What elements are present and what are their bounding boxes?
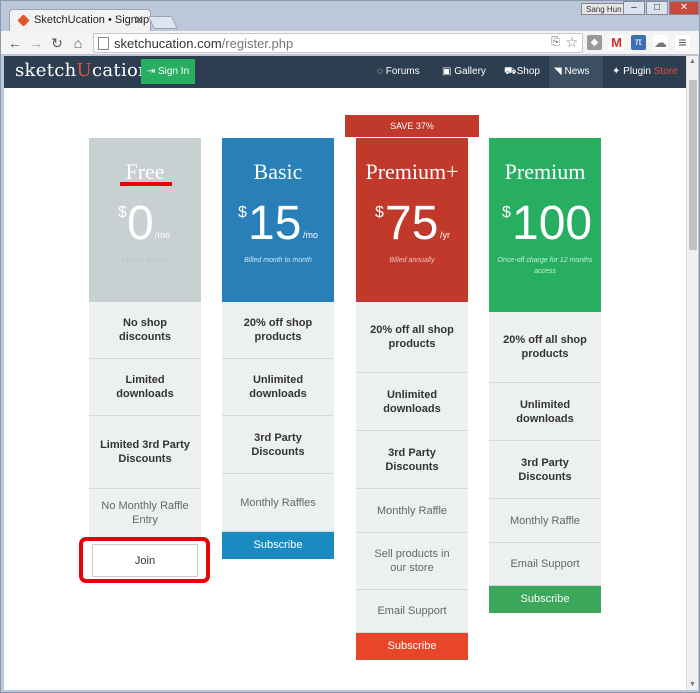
annotation-highlight-box: [79, 537, 210, 583]
close-window-button[interactable]: ✕: [669, 1, 699, 15]
plan-name: Premium+: [365, 159, 459, 184]
plan-note: Billed month to month: [244, 257, 312, 264]
address-bar[interactable]: sketchucation.com/register.php ⎘ ☆: [93, 33, 583, 53]
page-viewport: sketchUcation ⇥ Sign In ◌ Forums ▣ Galle…: [4, 56, 686, 690]
save-banner: SAVE 37%: [345, 115, 479, 137]
nav-gallery[interactable]: ▣ Gallery: [437, 56, 491, 88]
extension-cube-icon[interactable]: ◆: [587, 35, 602, 50]
bookmark-star-icon[interactable]: ☆: [565, 34, 578, 51]
cloud-icon[interactable]: ☁: [653, 35, 668, 50]
plan-premium-plus-header: Premium+ $ 75 /yr Billed annually: [356, 138, 468, 302]
cart-icon: ⛟: [504, 66, 517, 77]
nav-forums[interactable]: ◌ Forums: [372, 56, 425, 88]
scroll-up-arrow-icon[interactable]: ▲: [689, 58, 696, 65]
feature-item: 3rd Party Discounts: [356, 431, 468, 489]
subscribe-button-premium[interactable]: Subscribe: [489, 586, 601, 613]
feature-item: No Monthly Raffle Entry: [89, 489, 201, 538]
feature-item: 20% off all shop products: [489, 312, 601, 383]
browser-toolbar: ← → ↻ ⌂ sketchucation.com/register.php ⎘…: [1, 31, 699, 55]
login-icon: ⇥: [146, 66, 156, 77]
menu-icon[interactable]: ≡: [675, 35, 690, 50]
site-navbar: sketchUcation ⇥ Sign In ◌ Forums ▣ Galle…: [4, 56, 686, 88]
plan-basic-header: Basic $ 15 /mo Billed month to month: [222, 138, 334, 302]
feature-item: Email Support: [356, 590, 468, 633]
feature-item: Limited 3rd Party Discounts: [89, 416, 201, 489]
feature-item: Unlimited downloads: [222, 359, 334, 416]
title-bar: SketchUcation • Signup ✕ Sang Hun – □ ✕: [1, 1, 699, 31]
feature-item: 3rd Party Discounts: [489, 441, 601, 499]
profile-badge[interactable]: Sang Hun: [581, 3, 627, 15]
plan-price: $ 75 /yr: [375, 197, 450, 250]
feature-item: No shop discounts: [89, 302, 201, 359]
plan-name: Basic: [253, 159, 303, 184]
scroll-down-arrow-icon[interactable]: ▼: [689, 681, 696, 688]
sketchucation-favicon-icon: [17, 14, 30, 27]
feature-item: 20% off all shop products: [356, 302, 468, 373]
feature-item: Monthly Raffles: [222, 474, 334, 532]
feature-item: Monthly Raffle: [489, 499, 601, 543]
new-tab-button[interactable]: [147, 16, 179, 29]
translate-icon[interactable]: ⎘: [551, 36, 560, 49]
nav-news[interactable]: ◥ News: [549, 56, 603, 88]
gmail-icon[interactable]: M: [609, 35, 624, 50]
minimize-button[interactable]: –: [623, 1, 645, 15]
rss-icon: ◥: [554, 66, 562, 77]
tab-title: SketchUcation • Signup: [34, 14, 150, 26]
feature-item: Limited downloads: [89, 359, 201, 416]
feature-item: Sell products in our store: [356, 533, 468, 590]
plan-note: Limited Access: [121, 257, 169, 264]
plan-note: Once-off charge for 12 months access: [497, 257, 593, 275]
forward-arrow-icon[interactable]: →: [27, 34, 45, 52]
feature-item: Monthly Raffle: [356, 489, 468, 533]
feature-item: Unlimited downloads: [356, 373, 468, 431]
plan-name: Premium: [504, 159, 586, 184]
sign-in-button[interactable]: ⇥ Sign In: [141, 59, 195, 84]
plan-free-header: Free $ 0 /mo Limited Access: [89, 138, 201, 302]
feature-item: Email Support: [489, 543, 601, 586]
scrollbar-thumb[interactable]: [689, 80, 697, 250]
feature-item: Unlimited downloads: [489, 383, 601, 441]
home-icon[interactable]: ⌂: [69, 34, 87, 52]
page-icon: [98, 37, 109, 50]
plan-premium-header: Premium $ 100 Once-off charge for 12 mon…: [489, 138, 601, 312]
feature-item: 3rd Party Discounts: [222, 416, 334, 474]
close-tab-icon[interactable]: ✕: [134, 13, 144, 27]
plan-note: Billed annually: [389, 257, 435, 264]
site-logo[interactable]: sketchUcation: [15, 60, 150, 81]
feature-item: 20% off shop products: [222, 302, 334, 359]
nav-shop[interactable]: ⛟Shop: [499, 56, 545, 88]
extension-pi-icon[interactable]: π: [631, 35, 646, 50]
back-arrow-icon[interactable]: ←: [6, 34, 24, 52]
annotation-underline: [120, 182, 172, 186]
image-icon: ▣: [442, 66, 452, 77]
plan-price: $ 15 /mo: [238, 197, 319, 250]
puzzle-icon: ✦: [612, 66, 621, 77]
page-scrollbar[interactable]: ▲ ▼: [686, 56, 698, 690]
browser-window: SketchUcation • Signup ✕ Sang Hun – □ ✕ …: [0, 0, 700, 693]
url-text: sketchucation.com/register.php: [114, 36, 294, 51]
maximize-button[interactable]: □: [646, 1, 668, 15]
subscribe-button-basic[interactable]: Subscribe: [222, 532, 334, 559]
subscribe-button-premium-plus[interactable]: Subscribe: [356, 633, 468, 660]
chat-icon: ◌: [377, 66, 383, 77]
reload-icon[interactable]: ↻: [48, 34, 66, 52]
plan-price: $ 0 /mo: [118, 197, 171, 250]
nav-plugin-store[interactable]: ✦ Plugin Store: [607, 56, 683, 88]
browser-tab[interactable]: SketchUcation • Signup ✕: [9, 9, 151, 31]
plan-price: $ 100: [502, 197, 593, 250]
